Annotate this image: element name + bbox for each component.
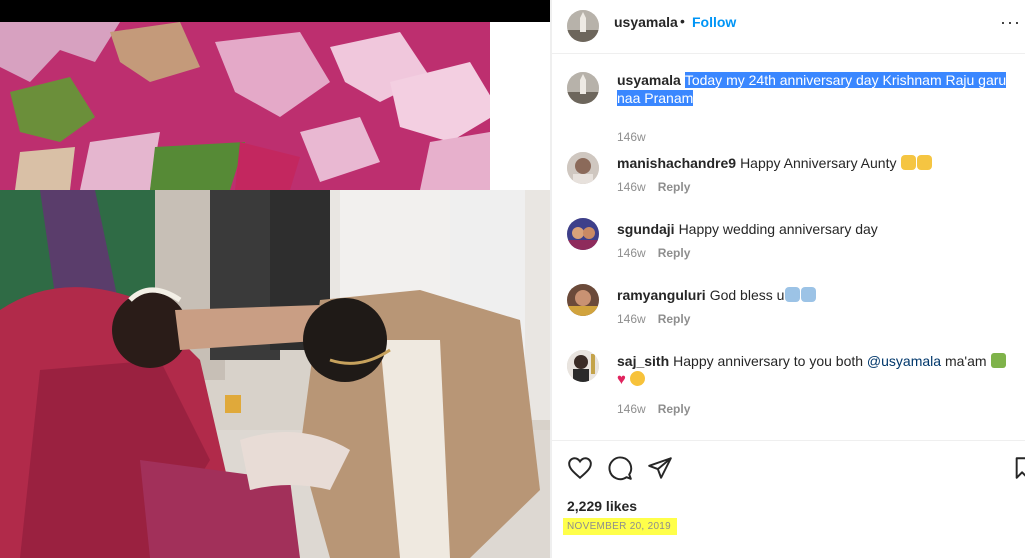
- author-avatar[interactable]: [567, 10, 599, 42]
- comment-body: Happy anniversary to you both: [673, 353, 864, 369]
- commenter-avatar[interactable]: [567, 218, 599, 250]
- header-separator: •: [680, 13, 685, 29]
- comment-row: manishachandre9 Happy Anniversary Aunty 1…: [552, 152, 1025, 208]
- post-photo[interactable]: [0, 0, 550, 558]
- commenter-avatar-image: [567, 152, 599, 184]
- comment-meta: 146w Reply: [617, 180, 690, 194]
- heart-emoji: ♥: [617, 371, 626, 388]
- folded-hands-emoji: [785, 287, 801, 302]
- author-avatar-image: [567, 10, 599, 42]
- comment-body: Happy wedding anniversary day: [678, 221, 878, 237]
- comment-icon[interactable]: [607, 455, 633, 481]
- caption-meta: 146w: [617, 130, 646, 144]
- comment-body: God bless u: [709, 287, 785, 303]
- commenter-avatar-image: [567, 218, 599, 250]
- share-icon[interactable]: [647, 455, 673, 481]
- folded-hands-emoji: [901, 155, 917, 170]
- comments-list: usyamala Today my 24th anniversary day Kr…: [552, 54, 1025, 440]
- photo-fabric-area: [0, 22, 550, 190]
- photo-scene: [0, 190, 550, 558]
- comment-username[interactable]: ramyanguluri: [617, 287, 706, 303]
- comment-text: sgundaji Happy wedding anniversary day: [617, 220, 1012, 238]
- comment-body: Happy Anniversary Aunty: [740, 155, 897, 171]
- caption-username[interactable]: usyamala: [617, 72, 681, 88]
- more-icon[interactable]: ···: [1000, 12, 1021, 33]
- comment-username[interactable]: sgundaji: [617, 221, 675, 237]
- reply-button[interactable]: Reply: [658, 180, 691, 194]
- comment-age[interactable]: 146w: [617, 180, 646, 194]
- comment-body-after: ma'am: [944, 353, 987, 369]
- comment-age[interactable]: 146w: [617, 246, 646, 260]
- caption-avatar-image: [567, 72, 599, 104]
- comment-age[interactable]: 146w: [617, 402, 646, 416]
- comment-row: saj_sith Happy anniversary to you both @u…: [552, 350, 1025, 430]
- commenter-avatar-image: [567, 284, 599, 316]
- comment-mention[interactable]: @usyamala: [867, 353, 941, 369]
- comment-username[interactable]: manishachandre9: [617, 155, 736, 171]
- comment-text: ramyanguluri God bless u: [617, 286, 1012, 304]
- commenter-avatar-image: [567, 350, 599, 382]
- post-actions: 2,229 likes NOVEMBER 20, 2019: [552, 440, 1025, 558]
- comment-text: manishachandre9 Happy Anniversary Aunty: [617, 154, 1012, 172]
- heart-icon[interactable]: [567, 455, 593, 481]
- author-username[interactable]: usyamala: [614, 14, 678, 30]
- comment-meta: 146w Reply: [617, 312, 690, 326]
- post-header: usyamala • Follow ···: [552, 0, 1025, 54]
- comment-meta: 146w Reply: [617, 246, 690, 260]
- caption-age[interactable]: 146w: [617, 130, 646, 144]
- commenter-avatar[interactable]: [567, 350, 599, 382]
- photo-edge-strip: [490, 22, 550, 190]
- comment-row: ramyanguluri God bless u 146w Reply: [552, 284, 1025, 340]
- reply-button[interactable]: Reply: [658, 312, 691, 326]
- wedding-scene: [0, 190, 550, 558]
- photo-top-edge: [0, 0, 550, 22]
- post-date: NOVEMBER 20, 2019: [563, 518, 678, 535]
- comment-age[interactable]: 146w: [617, 312, 646, 326]
- comment-row: sgundaji Happy wedding anniversary day 14…: [552, 218, 1025, 274]
- bookmark-icon[interactable]: [1014, 455, 1025, 481]
- post-side-panel: usyamala • Follow ··· usyamala Today my 2…: [552, 0, 1025, 558]
- caption-text-line1: Today my 24th anniversary day Krishnam R…: [684, 72, 1007, 88]
- follow-button[interactable]: Follow: [692, 14, 736, 30]
- reply-button[interactable]: Reply: [658, 246, 691, 260]
- caption-text-line2: naa Pranam: [617, 90, 694, 106]
- comment-meta: 146w Reply: [617, 402, 690, 416]
- caption-avatar[interactable]: [567, 72, 599, 104]
- bouquet-emoji: [991, 353, 1007, 368]
- fabric-pattern: [0, 22, 550, 190]
- likes-count[interactable]: 2,229 likes: [567, 498, 637, 514]
- folded-hands-emoji: [917, 155, 933, 170]
- comment-username[interactable]: saj_sith: [617, 353, 669, 369]
- caption-row: usyamala Today my 24th anniversary day Kr…: [552, 70, 1025, 144]
- folded-hands-emoji: [801, 287, 817, 302]
- caption-text: usyamala Today my 24th anniversary day Kr…: [617, 71, 1012, 107]
- comment-text: saj_sith Happy anniversary to you both @u…: [617, 352, 1012, 389]
- reply-button[interactable]: Reply: [658, 402, 691, 416]
- heart-eyes-emoji: [629, 371, 645, 386]
- commenter-avatar[interactable]: [567, 284, 599, 316]
- commenter-avatar[interactable]: [567, 152, 599, 184]
